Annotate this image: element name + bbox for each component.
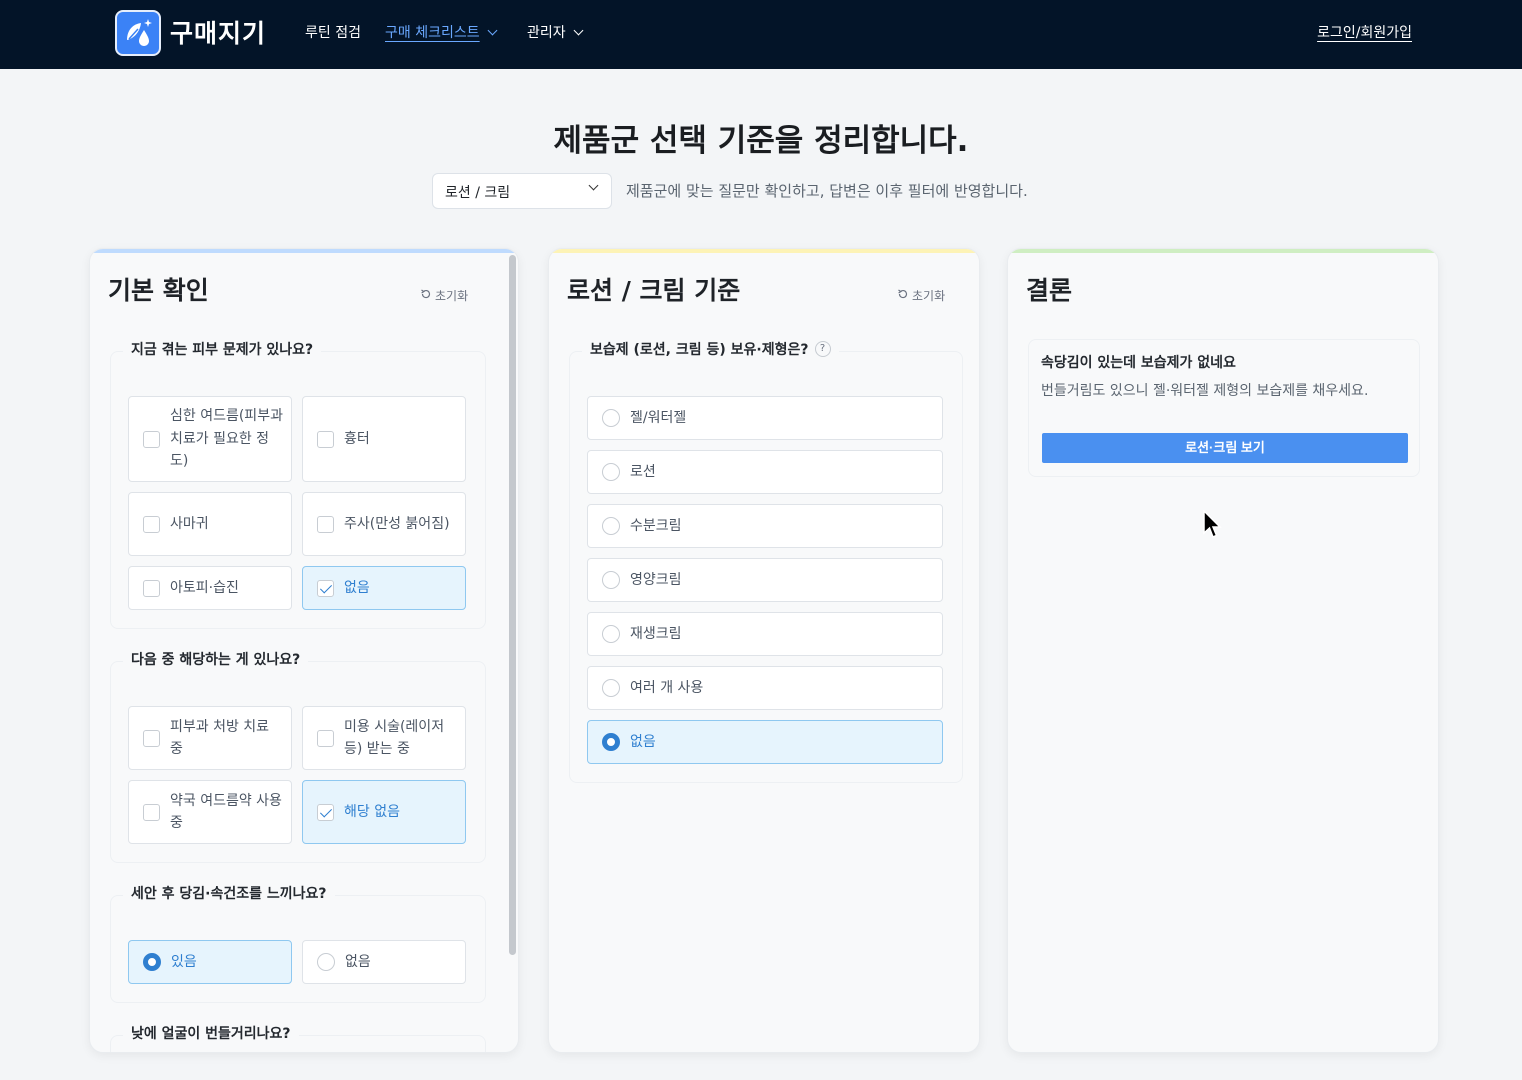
radio[interactable] bbox=[317, 953, 335, 971]
option-gel-watergel[interactable]: 젤/워터젤 bbox=[587, 396, 943, 440]
radio[interactable] bbox=[602, 409, 620, 427]
chevron-down-icon bbox=[487, 25, 498, 35]
checkbox[interactable] bbox=[143, 430, 160, 448]
radio[interactable] bbox=[602, 625, 620, 643]
option-scar[interactable]: 흉터 bbox=[302, 396, 466, 482]
reset-button[interactable]: 초기화 bbox=[420, 287, 468, 304]
radio[interactable] bbox=[602, 571, 620, 589]
option-cosmetic-procedure[interactable]: 미용 시술(레이저 등) 받는 중 bbox=[302, 706, 466, 770]
refresh-icon bbox=[897, 288, 909, 303]
question-treatment-status: 다음 중 해당하는 게 있나요? 피부과 처방 치료 중 미용 시술(레이저 등… bbox=[110, 649, 486, 863]
chevron-down-icon bbox=[588, 180, 599, 191]
question-label: 낮에 얼굴이 번들거리나요? bbox=[123, 1023, 299, 1043]
basic-check-panel: 기본 확인 초기화 지금 겪는 피부 문제가 있나요? 심한 여드름(피부과 치… bbox=[89, 248, 519, 1053]
option-moisture-cream[interactable]: 수분크림 bbox=[587, 504, 943, 548]
panel-title: 결론 bbox=[1026, 276, 1073, 305]
login-signup-link[interactable]: 로그인/회원가입 bbox=[1317, 22, 1412, 42]
nav-purchase-checklist[interactable]: 구매 체크리스트 bbox=[385, 22, 498, 42]
brand-logo-icon[interactable] bbox=[115, 10, 161, 56]
checkbox-checked[interactable] bbox=[317, 803, 334, 821]
radio[interactable] bbox=[602, 679, 620, 697]
option-none[interactable]: 없음 bbox=[302, 566, 466, 610]
checkbox[interactable] bbox=[317, 430, 334, 448]
checkbox[interactable] bbox=[143, 515, 160, 533]
refresh-icon bbox=[420, 288, 432, 303]
option-multiple-products[interactable]: 여러 개 사용 bbox=[587, 666, 943, 710]
option-no[interactable]: 없음 bbox=[302, 940, 466, 984]
conclusion-panel: 결론 속당김이 있는데 보습제가 없네요 번들거림도 있으니 젤·워터젤 제형의… bbox=[1007, 248, 1439, 1053]
radio[interactable] bbox=[602, 517, 620, 535]
option-nourishing-cream[interactable]: 영양크림 bbox=[587, 558, 943, 602]
checkbox[interactable] bbox=[143, 579, 160, 597]
option-pharmacy-acne-medication[interactable]: 약국 여드름약 사용 중 bbox=[128, 780, 292, 844]
scrollbar[interactable] bbox=[509, 255, 516, 955]
option-yes[interactable]: 있음 bbox=[128, 940, 292, 984]
question-skin-problems: 지금 겪는 피부 문제가 있나요? 심한 여드름(피부과 치료가 필요한 정도)… bbox=[110, 339, 486, 629]
question-moisturizer-type: 보습제 (로션, 크림 등) 보유·제형은? ? 젤/워터젤 로션 수분크림 영… bbox=[569, 339, 963, 783]
view-lotion-cream-button[interactable]: 로션·크림 보기 bbox=[1042, 433, 1408, 463]
checkbox[interactable] bbox=[143, 803, 160, 821]
panel-title: 로션 / 크림 기준 bbox=[567, 276, 741, 305]
help-icon[interactable]: ? bbox=[814, 341, 831, 357]
checkbox[interactable] bbox=[317, 515, 334, 533]
checkbox[interactable] bbox=[143, 729, 160, 747]
brand-name[interactable]: 구매지기 bbox=[170, 14, 266, 50]
page-title: 제품군 선택 기준을 정리합니다. bbox=[553, 123, 969, 159]
radio-selected[interactable] bbox=[143, 953, 161, 971]
question-shiny-face: 낮에 얼굴이 번들거리나요? bbox=[110, 1023, 486, 1052]
option-not-applicable[interactable]: 해당 없음 bbox=[302, 780, 466, 844]
option-prescription-treatment[interactable]: 피부과 처방 치료 중 bbox=[128, 706, 292, 770]
option-repair-cream[interactable]: 재생크림 bbox=[587, 612, 943, 656]
option-atopy-eczema[interactable]: 아토피·습진 bbox=[128, 566, 292, 610]
recommendation-card: 속당김이 있는데 보습제가 없네요 번들거림도 있으니 젤·워터젤 제형의 보습… bbox=[1028, 339, 1420, 477]
radio[interactable] bbox=[602, 463, 620, 481]
question-label: 다음 중 해당하는 게 있나요? bbox=[123, 649, 309, 669]
reset-button[interactable]: 초기화 bbox=[897, 287, 945, 304]
question-label: 보습제 (로션, 크림 등) 보유·제형은? ? bbox=[582, 339, 839, 359]
option-none[interactable]: 없음 bbox=[587, 720, 943, 764]
recommendation-title: 속당김이 있는데 보습제가 없네요 bbox=[1041, 355, 1236, 371]
mouse-pointer-icon bbox=[1203, 509, 1223, 544]
nav-admin[interactable]: 관리자 bbox=[527, 22, 584, 42]
chevron-down-icon bbox=[573, 25, 584, 35]
recommendation-description: 번들거림도 있으니 젤·워터젤 제형의 보습제를 채우세요. bbox=[1041, 383, 1369, 399]
option-wart[interactable]: 사마귀 bbox=[128, 492, 292, 556]
nav-routine-check[interactable]: 루틴 점검 bbox=[305, 22, 361, 42]
checkbox[interactable] bbox=[317, 729, 334, 747]
panel-title: 기본 확인 bbox=[108, 276, 209, 305]
lotion-cream-criteria-panel: 로션 / 크림 기준 초기화 보습제 (로션, 크림 등) 보유·제형은? ? … bbox=[548, 248, 980, 1053]
question-label: 세안 후 당김·속건조를 느끼나요? bbox=[123, 883, 335, 903]
top-navigation-bar: 구매지기 루틴 점검 구매 체크리스트 관리자 로그인/회원가입 bbox=[0, 0, 1522, 69]
option-severe-acne[interactable]: 심한 여드름(피부과 치료가 필요한 정도) bbox=[128, 396, 292, 482]
product-category-select[interactable]: 로션 / 크림 bbox=[432, 173, 612, 209]
radio-selected[interactable] bbox=[602, 733, 620, 751]
option-lotion[interactable]: 로션 bbox=[587, 450, 943, 494]
question-label: 지금 겪는 피부 문제가 있나요? bbox=[123, 339, 322, 359]
checkbox-checked[interactable] bbox=[317, 579, 334, 597]
page-description: 제품군에 맞는 질문만 확인하고, 답변은 이후 필터에 반영합니다. bbox=[626, 182, 1028, 200]
option-rosacea[interactable]: 주사(만성 붉어짐) bbox=[302, 492, 466, 556]
question-tightness-after-wash: 세안 후 당김·속건조를 느끼나요? 있음 없음 bbox=[110, 883, 486, 1003]
